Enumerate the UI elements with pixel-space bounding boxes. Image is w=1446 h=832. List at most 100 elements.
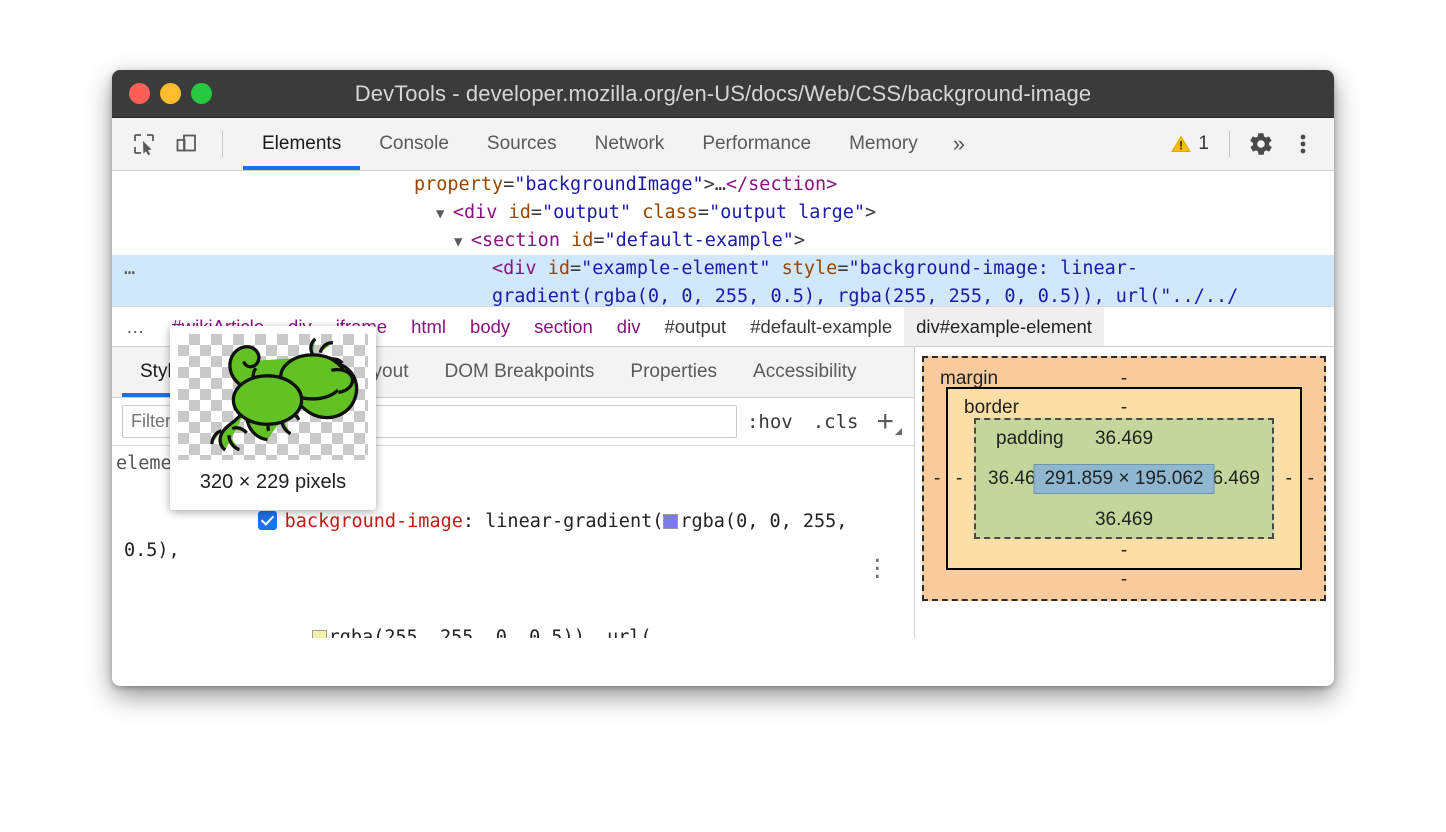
device-toolbar-icon[interactable] <box>168 126 204 162</box>
dom-token-attr: id <box>537 258 570 279</box>
dom-tree-node[interactable]: ▼ <section id="default-example"> <box>112 227 1334 255</box>
breadcrumb-item[interactable]: #output <box>652 306 738 347</box>
dom-token-punc: = <box>837 258 848 279</box>
box-model-border-right[interactable]: - <box>1286 468 1292 490</box>
dom-tree-panel[interactable]: property="backgroundImage">…</section> ▼ … <box>112 171 1334 306</box>
dom-token-punc: = <box>531 202 542 223</box>
caret-icon <box>895 428 902 435</box>
gear-icon[interactable] <box>1242 125 1280 163</box>
dom-token-val: "output large" <box>709 202 865 223</box>
dom-node-content: gradient(rgba(0, 0, 255, 0.5), rgba(255,… <box>492 286 1238 306</box>
declaration-checkbox[interactable] <box>258 511 277 530</box>
tab-memory[interactable]: Memory <box>830 118 937 170</box>
tab-dom-breakpoints[interactable]: DOM Breakpoints <box>426 347 612 397</box>
close-window-button[interactable] <box>129 83 150 104</box>
dom-node-badge[interactable]: … <box>124 255 136 283</box>
dom-token-tagp: <section <box>471 230 560 251</box>
breadcrumb-item[interactable]: #default-example <box>738 306 904 347</box>
box-model-content-box[interactable]: 291.859 × 195.062 <box>1033 464 1214 494</box>
tab-label: Memory <box>849 133 918 155</box>
new-style-rule-button[interactable]: + <box>868 407 908 437</box>
panel-tabs: Elements Console Sources Network Perform… <box>243 118 981 170</box>
breadcrumb-item[interactable]: body <box>458 306 522 347</box>
more-tabs-button[interactable]: » <box>937 118 981 170</box>
box-model-margin-bottom[interactable]: - <box>924 569 1324 591</box>
color-swatch-blue-icon[interactable] <box>663 514 678 529</box>
tab-label: Elements <box>262 133 341 155</box>
box-model-border-top[interactable]: - <box>948 397 1300 419</box>
dom-token-txt: … <box>715 174 726 195</box>
dom-token-val: gradient(rgba(0, 0, 255, 0.5), rgba(255,… <box>492 286 1238 306</box>
dom-node-content: ▼ <section id="default-example"> <box>454 230 805 251</box>
breadcrumb-item[interactable]: div#example-element <box>904 306 1104 347</box>
declaration-value-yellow: rgba(255, 255, 0, 0.5)), url( <box>329 627 652 638</box>
box-model-border-bottom[interactable]: - <box>948 540 1300 562</box>
box-model-border-left[interactable]: - <box>956 468 962 490</box>
declaration-value-part-1: linear-gradient( <box>485 511 663 532</box>
dom-token-attr: id <box>560 230 593 251</box>
tab-performance[interactable]: Performance <box>683 118 830 170</box>
box-model-margin-right[interactable]: - <box>1308 468 1314 490</box>
image-preview-tooltip: 320 × 229 pixels <box>170 326 376 510</box>
disclosure-triangle-icon[interactable]: ▼ <box>454 234 471 250</box>
kebab-menu-icon[interactable] <box>1284 125 1322 163</box>
dom-node-content: property="backgroundImage">…</section> <box>414 174 837 195</box>
dom-tree-node[interactable]: property="backgroundImage">…</section> <box>112 171 1334 199</box>
dom-token-val: "example-element" <box>581 258 770 279</box>
dom-token-attr: class <box>631 202 698 223</box>
dom-token-val: "backgroundImage" <box>514 174 703 195</box>
subtab-label: Properties <box>630 361 717 383</box>
tab-network[interactable]: Network <box>576 118 684 170</box>
breadcrumb-item[interactable]: html <box>399 306 458 347</box>
tab-console[interactable]: Console <box>360 118 468 170</box>
box-model-diagram[interactable]: margin - - - - border - - - - padding 36… <box>922 356 1326 601</box>
disclosure-triangle-icon[interactable]: ▼ <box>436 206 453 222</box>
image-dimensions-caption: 320 × 229 pixels <box>178 471 368 494</box>
breadcrumb-item[interactable]: section <box>522 306 605 347</box>
window-title: DevTools - developer.mozilla.org/en-US/d… <box>112 81 1334 107</box>
dom-tree-node[interactable]: …<div id="example-element" style="backgr… <box>112 255 1334 283</box>
tab-sources[interactable]: Sources <box>468 118 576 170</box>
dom-token-punc: > <box>794 230 805 251</box>
declaration-property[interactable]: background-image <box>285 511 463 532</box>
warning-indicator[interactable]: 1 <box>1163 133 1217 155</box>
window-traffic-lights <box>129 83 212 104</box>
toolbar-divider <box>222 131 223 157</box>
warning-count: 1 <box>1198 133 1209 155</box>
dom-tree-node[interactable]: ▼ <div id="output" class="output large"> <box>112 199 1334 227</box>
lizard-preview-image <box>178 334 368 460</box>
tab-label: Performance <box>702 133 811 155</box>
box-model-padding-box: padding 36.469 36.469 36.469 36.469 291.… <box>974 418 1274 539</box>
dom-token-val: "default-example" <box>605 230 794 251</box>
minimize-window-button[interactable] <box>160 83 181 104</box>
dom-token-punc: > <box>704 174 715 195</box>
zoom-window-button[interactable] <box>191 83 212 104</box>
declaration-line-2: rgba(255, 255, 0, 0.5)), url( <box>116 594 914 638</box>
hov-toggle-button[interactable]: :hov <box>737 411 803 433</box>
toolbar-divider-right <box>1229 131 1230 157</box>
box-model-padding-bottom[interactable]: 36.469 <box>976 509 1272 531</box>
dom-tree-node[interactable]: gradient(rgba(0, 0, 255, 0.5), rgba(255,… <box>112 283 1334 306</box>
inspect-element-icon[interactable] <box>126 126 162 162</box>
tab-properties[interactable]: Properties <box>612 347 735 397</box>
color-swatch-yellow-icon[interactable] <box>312 630 327 638</box>
dom-token-punc: = <box>593 230 604 251</box>
subtab-label: Accessibility <box>753 361 856 383</box>
tab-accessibility[interactable]: Accessibility <box>735 347 874 397</box>
dom-token-tagp: </section> <box>726 174 837 195</box>
chevron-double-right-icon: » <box>953 131 965 157</box>
dom-node-content: ▼ <div id="output" class="output large"> <box>436 202 876 223</box>
box-model-padding-top[interactable]: 36.469 <box>976 428 1272 450</box>
breadcrumb-item[interactable]: div <box>605 306 653 347</box>
subtab-label: DOM Breakpoints <box>444 361 594 383</box>
tab-label: Console <box>379 133 449 155</box>
tab-label: Network <box>595 133 665 155</box>
tab-elements[interactable]: Elements <box>243 118 360 170</box>
breadcrumb-overflow-icon[interactable]: … <box>126 316 146 338</box>
box-model-margin-left[interactable]: - <box>934 468 940 490</box>
declaration-kebab-menu-icon[interactable]: ··· <box>871 558 884 582</box>
toolbar-right-group: 1 <box>1163 118 1334 170</box>
dom-token-attr: style <box>770 258 837 279</box>
cls-toggle-button[interactable]: .cls <box>803 411 869 433</box>
dom-token-attr: id <box>497 202 530 223</box>
